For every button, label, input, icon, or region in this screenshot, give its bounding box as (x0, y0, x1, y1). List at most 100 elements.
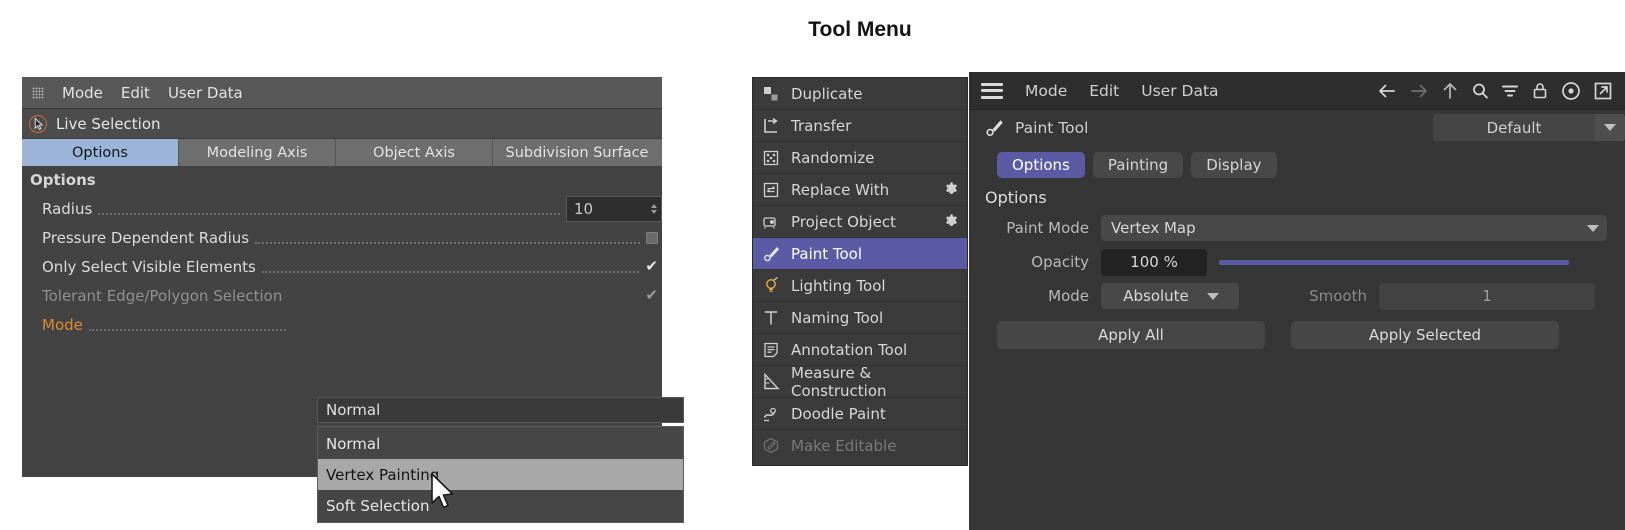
tool-item-label: Lighting Tool (791, 276, 886, 295)
chevron-down-icon[interactable] (1595, 114, 1625, 141)
apply-selected-button[interactable]: Apply Selected (1291, 321, 1559, 349)
record-circle-icon[interactable] (1559, 79, 1583, 103)
mode-combobox[interactable]: Absolute (1101, 283, 1239, 309)
preset-value: Default (1486, 118, 1542, 137)
back-arrow-icon[interactable] (1375, 80, 1399, 102)
grip-icon[interactable] (32, 86, 44, 99)
live-selection-attribute-panel: Mode Edit User Data Live Selection Optio… (22, 77, 684, 523)
dropdown-option-soft-selection[interactable]: Soft Selection (318, 490, 683, 521)
tool-item-randomize[interactable]: Randomize (753, 142, 967, 174)
tab-object-axis[interactable]: Object Axis (336, 139, 493, 166)
apply-all-button[interactable]: Apply All (997, 321, 1265, 349)
live-selection-label: Live Selection (56, 114, 161, 133)
lock-icon[interactable] (1529, 80, 1551, 102)
options-section-title: Options (22, 166, 662, 194)
menu-item-user-data[interactable]: User Data (1141, 82, 1218, 100)
paint-tool-label: Paint Tool (1015, 119, 1089, 137)
gear-icon[interactable] (943, 181, 960, 198)
tool-item-duplicate[interactable]: Duplicate (753, 78, 967, 110)
left-panel-menubar: Mode Edit User Data (22, 77, 662, 109)
row-paint-mode: Paint Mode Vertex Map (969, 213, 1625, 243)
project-icon (763, 216, 776, 228)
opacity-slider[interactable] (1219, 249, 1569, 275)
menu-item-edit[interactable]: Edit (1089, 82, 1119, 100)
menu-item-user-data[interactable]: User Data (168, 84, 243, 102)
live-selection-icon (28, 114, 48, 134)
randomize-icon (763, 150, 779, 165)
tool-item-label: Annotation Tool (791, 340, 908, 359)
menu-item-mode[interactable]: Mode (1025, 82, 1067, 100)
tab-subdivision-surface[interactable]: Subdivision Surface (493, 139, 661, 166)
radius-stepper[interactable] (651, 203, 657, 214)
bulb-icon (766, 276, 778, 292)
row-mode: Mode Absolute Smooth 1 (969, 281, 1625, 311)
filter-icon[interactable] (1499, 80, 1521, 102)
tab-options[interactable]: Options (22, 139, 179, 166)
chevron-down-icon (1587, 224, 1599, 232)
preset-selector[interactable]: Default (1433, 114, 1625, 141)
tool-item-annotation-tool[interactable]: Annotation Tool (753, 334, 967, 366)
tool-item-paint-tool[interactable]: Paint Tool (753, 238, 967, 270)
mode-combobox[interactable]: Normal (317, 397, 684, 423)
row-only-select-visible-elements: Only Select Visible Elements ✔ (22, 252, 662, 281)
dot-leader (288, 300, 639, 302)
text-t-icon (765, 310, 777, 324)
dropdown-option-normal[interactable]: Normal (318, 428, 683, 459)
row-tolerant-edge-polygon-selection: Tolerant Edge/Polygon Selection ✔ (22, 281, 662, 310)
mode-combobox-value: Normal (326, 401, 381, 419)
tool-item-label: Naming Tool (791, 308, 884, 327)
dot-leader (261, 270, 640, 273)
tool-menu-list: Duplicate Transfer Randomize Replace Wit… (752, 77, 968, 466)
tool-item-make-editable: Make Editable (753, 430, 967, 462)
tab-display[interactable]: Display (1191, 152, 1277, 178)
tool-item-label: Make Editable (791, 437, 897, 455)
right-panel-tool-header: Paint Tool Default (969, 110, 1625, 146)
smooth-label: Smooth (1309, 287, 1367, 305)
tool-item-lighting-tool[interactable]: Lighting Tool (753, 270, 967, 302)
left-panel-tabs: Options Modeling Axis Object Axis Subdiv… (22, 139, 662, 166)
only-select-visible-checkbox[interactable]: ✔ (645, 259, 658, 274)
row-mode-label: Mode (42, 315, 83, 334)
tool-menu-title: Tool Menu (808, 18, 912, 41)
search-icon[interactable] (1469, 80, 1491, 102)
radius-input[interactable]: 10 (566, 195, 662, 222)
paint-mode-value: Vertex Map (1111, 219, 1196, 237)
tool-item-measure-construction[interactable]: Measure & Construction (753, 364, 967, 400)
gear-icon[interactable] (943, 213, 960, 230)
tool-item-replace-with[interactable]: Replace With (753, 174, 967, 206)
up-arrow-icon[interactable] (1439, 80, 1461, 102)
chevron-down-icon (1206, 292, 1219, 300)
tool-item-naming-tool[interactable]: Naming Tool (753, 302, 967, 334)
menu-item-mode[interactable]: Mode (62, 84, 103, 102)
row-opacity: Opacity 100 % (969, 247, 1625, 277)
row-tolerant-label: Tolerant Edge/Polygon Selection (42, 286, 283, 305)
external-link-icon[interactable] (1591, 79, 1615, 103)
tab-modeling-axis[interactable]: Modeling Axis (179, 139, 336, 166)
opacity-input[interactable]: 100 % (1101, 248, 1207, 276)
row-only-visible-label: Only Select Visible Elements (42, 257, 256, 276)
tool-item-doodle-paint[interactable]: Doodle Paint (753, 398, 967, 430)
dropdown-option-vertex-painting[interactable]: Vertex Painting (318, 459, 683, 490)
right-panel-menubar: Mode Edit User Data (969, 72, 1625, 110)
right-panel-tabs: Options Painting Display (969, 146, 1625, 184)
smooth-input: 1 (1379, 282, 1595, 310)
brush-icon (986, 120, 1003, 137)
row-mode: Mode (22, 310, 662, 339)
left-panel-tool-header: Live Selection (22, 109, 662, 139)
duplicate-icon (764, 86, 778, 100)
tab-options[interactable]: Options (997, 152, 1085, 178)
row-pressure-label: Pressure Dependent Radius (42, 228, 250, 247)
tool-item-label: Transfer (791, 116, 852, 135)
tab-painting[interactable]: Painting (1092, 152, 1184, 178)
menu-item-edit[interactable]: Edit (121, 84, 150, 102)
tool-item-transfer[interactable]: Transfer (753, 110, 967, 142)
doodle-icon (763, 407, 776, 421)
brush-icon (764, 246, 779, 261)
tool-item-project-object[interactable]: Project Object (753, 206, 967, 238)
paint-mode-combobox[interactable]: Vertex Map (1101, 215, 1607, 241)
right-options-section-title: Options (985, 188, 1047, 207)
hamburger-icon[interactable] (981, 82, 1003, 99)
pressure-dependent-radius-toggle[interactable] (646, 231, 658, 244)
opacity-label: Opacity (1031, 253, 1089, 271)
tool-item-label: Randomize (791, 148, 875, 167)
